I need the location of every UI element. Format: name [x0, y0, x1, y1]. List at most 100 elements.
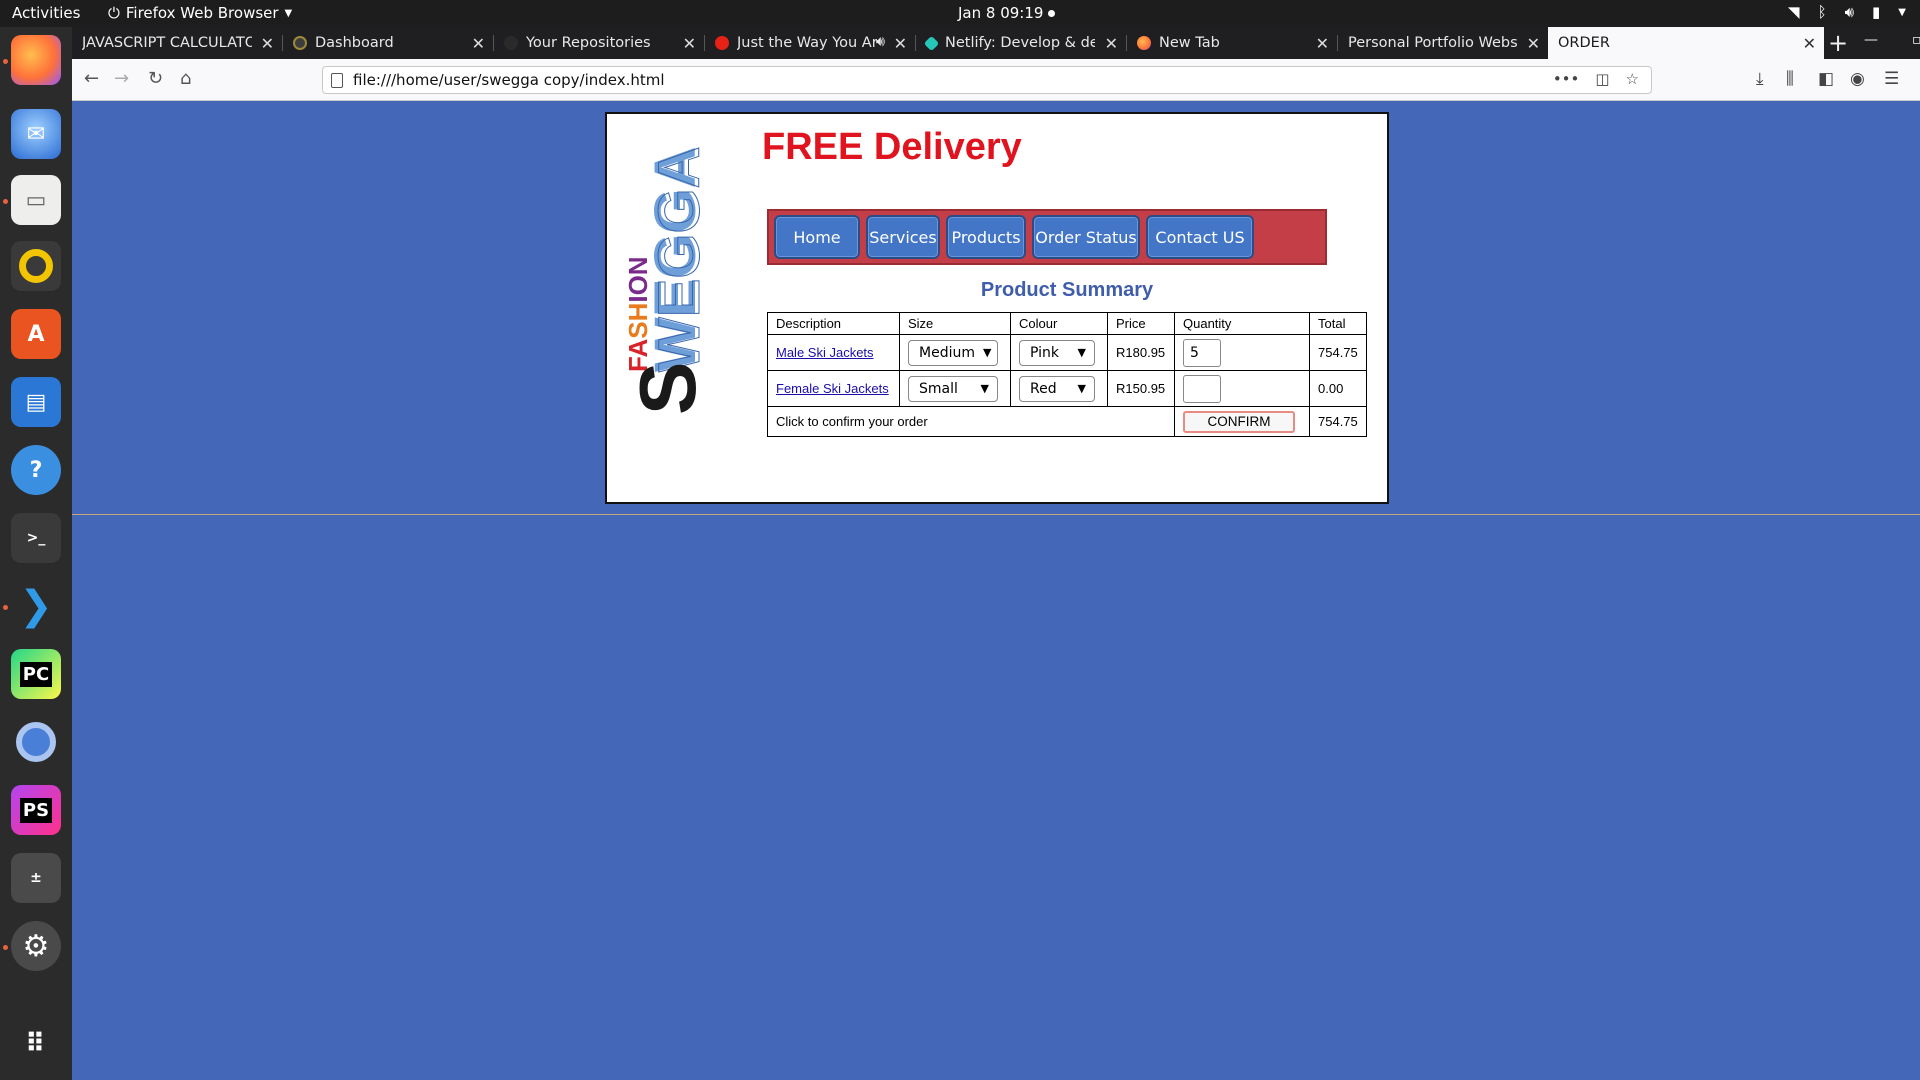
close-icon[interactable]: ✕: [683, 34, 696, 53]
header-size: Size: [899, 312, 1011, 335]
bookmark-star-icon[interactable]: ☆: [1626, 70, 1639, 88]
close-icon[interactable]: ✕: [1316, 34, 1329, 53]
app-menu[interactable]: ⏻ Firefox Web Browser ▼: [108, 4, 292, 22]
navigation-bar: ← → ↻ ⌂ file:///home/user/swegga copy/in…: [72, 59, 1920, 101]
calculator-icon[interactable]: ±: [11, 853, 61, 903]
library-icon[interactable]: ⫼: [1786, 69, 1794, 89]
size-select[interactable]: Small ▼: [908, 375, 998, 402]
nav-order-status-button[interactable]: Order Status: [1032, 215, 1140, 259]
tab-dashboard[interactable]: Dashboard ✕: [283, 27, 493, 59]
pocket-icon[interactable]: ◫: [1595, 70, 1609, 88]
colour-select[interactable]: Pink ▼: [1019, 339, 1095, 366]
new-tab-button[interactable]: +: [1828, 29, 1848, 57]
show-apps-icon[interactable]: ⠿: [11, 1019, 61, 1069]
tab-title: Personal Portfolio Websi: [1348, 35, 1518, 51]
files-icon[interactable]: ▭: [11, 175, 61, 225]
tab-netlify[interactable]: Netlify: Develop & dep ✕: [916, 27, 1126, 59]
tab-just-the-way-you-are[interactable]: Just the Way You Ar 🔊︎ ✕: [705, 27, 915, 59]
page-icon: [331, 73, 343, 88]
system-tray[interactable]: ◥ ᛒ 🔊︎ ▮ ▼: [1788, 3, 1906, 21]
clock[interactable]: Jan 8 09:19: [958, 4, 1043, 22]
order-page: FASHION WEGGA WEGGA S FREE Delivery Home…: [605, 112, 1389, 504]
colour-select[interactable]: Red ▼: [1019, 375, 1095, 402]
settings-icon[interactable]: ⚙: [11, 921, 61, 971]
close-icon[interactable]: ✕: [261, 34, 274, 53]
speaker-icon[interactable]: 🔊︎: [876, 34, 885, 50]
tab-title: ORDER: [1558, 35, 1610, 51]
product-link[interactable]: Male Ski Jackets: [776, 345, 874, 360]
thunderbird-icon[interactable]: ✉: [11, 109, 61, 159]
tab-personal-portfolio[interactable]: Personal Portfolio Websi ✕: [1338, 27, 1548, 59]
price-cell: R180.95: [1107, 334, 1175, 371]
minimize-icon[interactable]: —: [1864, 32, 1878, 48]
header-quantity: Quantity: [1174, 312, 1310, 335]
tab-title: Just the Way You Ar: [737, 35, 877, 51]
colour-select-value: Red: [1030, 380, 1057, 397]
tab-title: Dashboard: [315, 35, 394, 51]
chevron-down-icon: ▼: [980, 382, 989, 395]
pycharm-icon[interactable]: PC: [11, 649, 61, 699]
chevron-down-icon: ▼: [1077, 346, 1086, 359]
rhythmbox-icon[interactable]: [11, 241, 61, 291]
nav-products-button[interactable]: Products: [946, 215, 1026, 259]
top-panel: Activities ⏻ Firefox Web Browser ▼ Jan 8…: [0, 0, 1920, 27]
close-icon[interactable]: ✕: [1803, 34, 1816, 53]
page-actions-icon[interactable]: •••: [1553, 70, 1580, 88]
chevron-down-icon: ▼: [284, 7, 293, 19]
product-summary-title: Product Summary: [980, 279, 1154, 301]
running-indicator: [3, 945, 8, 950]
phpstorm-icon[interactable]: PS: [11, 785, 61, 835]
tab-javascript-calculator[interactable]: JAVASCRIPT CALCULATOR ✕: [72, 27, 282, 59]
terminal-icon[interactable]: >_: [11, 513, 61, 563]
tab-new-tab[interactable]: New Tab ✕: [1127, 27, 1337, 59]
back-icon[interactable]: ←: [84, 68, 99, 89]
order-table: Description Size Colour Price Quantity T…: [767, 312, 1367, 437]
table-row: Male Ski Jackets Medium ▼ Pink ▼ R180.95 7…: [767, 334, 1367, 371]
url-text[interactable]: file:///home/user/swegga copy/index.html: [353, 71, 665, 89]
url-bar[interactable]: file:///home/user/swegga copy/index.html…: [322, 66, 1652, 94]
help-icon[interactable]: ?: [11, 445, 61, 495]
netlify-icon: [923, 35, 940, 51]
activities-button[interactable]: Activities: [12, 4, 80, 22]
total-cell: 0.00: [1309, 370, 1367, 407]
nav-home-button[interactable]: Home: [774, 215, 860, 259]
vscode-icon[interactable]: ❯: [11, 581, 61, 631]
tab-order[interactable]: ORDER ✕: [1548, 27, 1824, 59]
sidebar-icon[interactable]: ◧: [1818, 69, 1834, 89]
tab-title: Netlify: Develop & dep: [945, 35, 1095, 51]
account-icon[interactable]: ◉: [1850, 69, 1865, 89]
site-nav: Home Services Products Order Status Cont…: [767, 209, 1327, 265]
chevron-down-icon: ▼: [1898, 6, 1906, 18]
writer-icon[interactable]: ▤: [11, 377, 61, 427]
confirm-button[interactable]: CONFIRM: [1183, 410, 1295, 433]
headline: FREE Delivery: [762, 126, 1022, 168]
running-indicator: [3, 605, 8, 610]
close-icon[interactable]: ✕: [1527, 34, 1540, 53]
table-row: Female Ski Jackets Small ▼ Red ▼ R150.95 0…: [767, 370, 1367, 407]
tab-title: New Tab: [1159, 35, 1220, 51]
dashboard-favicon-icon: [293, 36, 307, 50]
close-icon[interactable]: ✕: [894, 34, 907, 53]
close-icon[interactable]: ✕: [472, 34, 485, 53]
menu-icon[interactable]: ☰: [1884, 69, 1899, 89]
forward-icon[interactable]: →: [114, 68, 129, 89]
home-icon[interactable]: ⌂: [180, 68, 191, 89]
downloads-icon[interactable]: ⤓: [1756, 69, 1764, 89]
reload-icon[interactable]: ↻: [148, 68, 163, 89]
chromium-icon[interactable]: [11, 717, 61, 767]
nav-services-button[interactable]: Services: [866, 215, 940, 259]
product-link[interactable]: Female Ski Jackets: [776, 381, 889, 396]
tab-title: Your Repositories: [526, 35, 651, 51]
tab-your-repositories[interactable]: Your Repositories ✕: [494, 27, 704, 59]
quantity-input[interactable]: [1183, 374, 1221, 403]
youtube-icon: [715, 36, 729, 50]
restore-icon[interactable]: ▫: [1912, 32, 1920, 48]
close-icon[interactable]: ✕: [1105, 34, 1118, 53]
grand-total-cell: 754.75: [1309, 406, 1367, 437]
nav-contact-us-button[interactable]: Contact US: [1146, 215, 1254, 259]
size-select[interactable]: Medium ▼: [908, 339, 998, 366]
firefox-icon[interactable]: [11, 35, 61, 85]
quantity-input[interactable]: [1183, 338, 1221, 367]
software-center-icon[interactable]: A: [11, 309, 61, 359]
running-indicator: [3, 59, 8, 64]
